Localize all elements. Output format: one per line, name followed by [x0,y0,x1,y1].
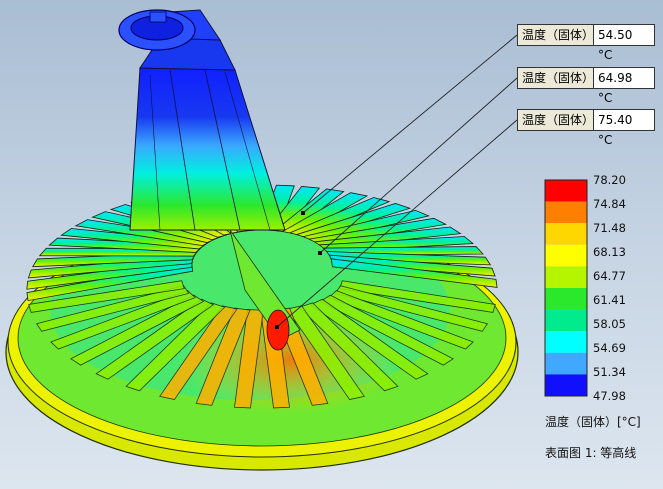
legend-swatch [545,374,587,396]
probe-3-label: 温度（固体） [518,110,594,130]
legend-swatch [545,352,587,375]
legend-tick-label: 61.41 [593,293,626,307]
legend-swatch [545,223,587,245]
plot-caption: 表面图 1: 等高线 [545,446,637,460]
legend-swatch [545,331,587,353]
legend-tick-label: 71.48 [593,221,626,235]
probe-2[interactable]: 温度（固体） 64.98 °C [517,67,655,105]
legend-tick-label: 54.69 [593,341,626,355]
legend-swatch [545,288,587,310]
probe-3[interactable]: 温度（固体） 75.40 °C [517,109,655,147]
probe-2-value: 64.98 °C [598,71,633,105]
legend-tick-label: 51.34 [593,365,626,379]
legend-tick-label: 47.98 [593,389,626,403]
legend-tick-label: 64.77 [593,269,626,283]
legend-swatch [545,180,587,202]
legend-swatch [545,201,587,224]
legend-swatch [545,266,587,288]
legend-tick-label: 58.05 [593,317,626,331]
legend-title: 温度（固体）[°C] [545,415,641,429]
probe-1-value: 54.50 °C [598,28,633,62]
probe-1-label: 温度（固体） [518,25,594,45]
legend-swatch [545,309,587,332]
probe-3-value: 75.40 °C [598,113,633,147]
legend-tick-label: 74.84 [593,197,626,211]
probe-2-label: 温度（固体） [518,68,594,88]
legend-tick-label: 68.13 [593,245,626,259]
probe-1[interactable]: 温度（固体） 54.50 °C [517,24,655,62]
legend-color-bar [544,179,588,397]
legend-tick-label: 78.20 [593,173,626,187]
legend-swatch [545,244,587,267]
